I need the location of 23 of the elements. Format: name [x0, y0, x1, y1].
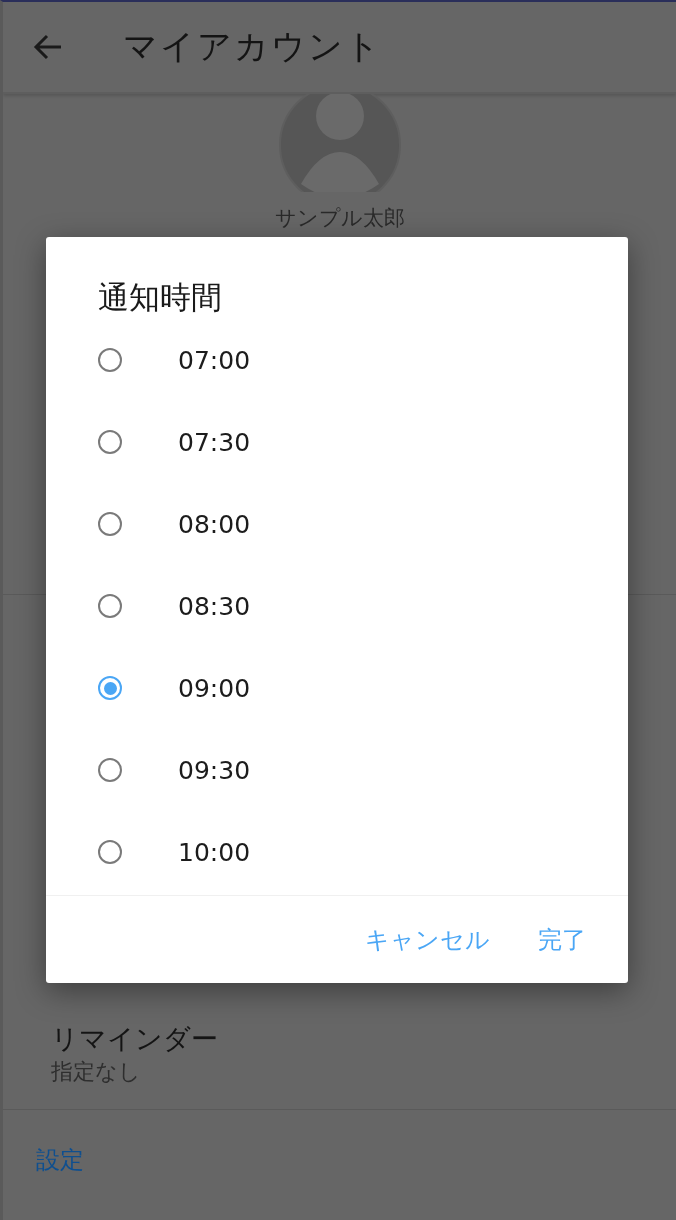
time-option: 08:00 — [178, 509, 251, 539]
reminder-label: リマインダー — [50, 1022, 219, 1056]
time-option: 09:00 — [178, 673, 251, 703]
time-option: 07:00 — [178, 345, 251, 375]
radio-button[interactable] — [98, 430, 122, 454]
time-option: 10:00 — [178, 837, 251, 867]
radio-button[interactable] — [98, 348, 122, 372]
profile-name: サンプル太郎 — [274, 205, 405, 232]
dialog-title: 通知時間 — [98, 278, 222, 317]
settings-link[interactable]: 設定 — [3, 1144, 676, 1176]
back-arrow-icon[interactable] — [33, 34, 63, 60]
time-option: 09:30 — [178, 755, 251, 785]
screen-title: マイアカウント — [123, 25, 382, 68]
cancel-button[interactable]: キャンセル — [355, 915, 500, 964]
radio-button[interactable] — [98, 512, 122, 536]
done-button[interactable]: 完了 — [528, 915, 596, 964]
reminder-value: 指定なし — [50, 1058, 142, 1086]
radio-button[interactable] — [98, 840, 122, 864]
radio-button[interactable] — [98, 676, 122, 700]
radio-button[interactable] — [98, 594, 122, 618]
time-option: 07:30 — [178, 427, 251, 457]
time-option: 08:30 — [178, 591, 251, 621]
radio-button[interactable] — [98, 758, 122, 782]
